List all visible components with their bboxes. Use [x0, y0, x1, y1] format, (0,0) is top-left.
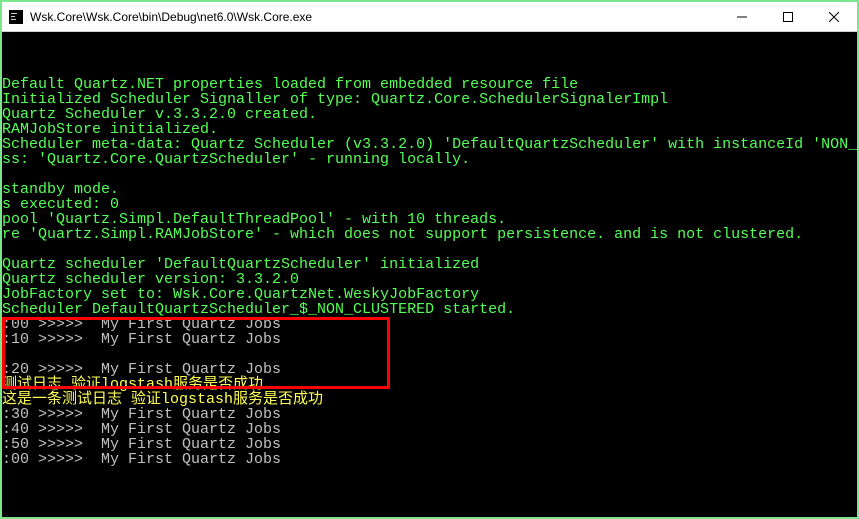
console-line: RAMJobStore initialized.	[2, 122, 857, 137]
console-output: Default Quartz.NET properties loaded fro…	[2, 32, 857, 517]
console-line	[2, 347, 857, 362]
console-line: Quartz scheduler version: 3.3.2.0	[2, 272, 857, 287]
console-line: :50 >>>>> My First Quartz Jobs	[2, 437, 857, 452]
console-line: Quartz scheduler 'DefaultQuartzScheduler…	[2, 257, 857, 272]
console-line: :30 >>>>> My First Quartz Jobs	[2, 407, 857, 422]
console-line: Quartz Scheduler v.3.3.2.0 created.	[2, 107, 857, 122]
console-line: s executed: 0	[2, 197, 857, 212]
minimize-button[interactable]	[719, 2, 765, 31]
console-line: standby mode.	[2, 182, 857, 197]
console-line: 测试日志 验证logstash服务是否成功	[2, 377, 857, 392]
console-line: 这是一条测试日志 验证logstash服务是否成功	[2, 392, 857, 407]
console-line: JobFactory set to: Wsk.Core.QuartzNet.We…	[2, 287, 857, 302]
console-line	[2, 62, 857, 77]
maximize-button[interactable]	[765, 2, 811, 31]
window-title: Wsk.Core\Wsk.Core\bin\Debug\net6.0\Wsk.C…	[30, 10, 719, 24]
console-line: ss: 'Quartz.Core.QuartzScheduler' - runn…	[2, 152, 857, 167]
window-buttons	[719, 2, 857, 31]
titlebar: Wsk.Core\Wsk.Core\bin\Debug\net6.0\Wsk.C…	[2, 2, 857, 32]
console-line: :40 >>>>> My First Quartz Jobs	[2, 422, 857, 437]
console-line: :10 >>>>> My First Quartz Jobs	[2, 332, 857, 347]
app-icon	[8, 9, 24, 25]
console-line: :20 >>>>> My First Quartz Jobs	[2, 362, 857, 377]
close-button[interactable]	[811, 2, 857, 31]
console-line: :00 >>>>> My First Quartz Jobs	[2, 317, 857, 332]
console-line	[2, 167, 857, 182]
console-line: :00 >>>>> My First Quartz Jobs	[2, 452, 857, 467]
console-line: Default Quartz.NET properties loaded fro…	[2, 77, 857, 92]
console-line: Scheduler meta-data: Quartz Scheduler (v…	[2, 137, 857, 152]
console-line	[2, 242, 857, 257]
console-line: Scheduler DefaultQuartzScheduler_$_NON_C…	[2, 302, 857, 317]
console-line: re 'Quartz.Simpl.RAMJobStore' - which do…	[2, 227, 857, 242]
console-line: Initialized Scheduler Signaller of type:…	[2, 92, 857, 107]
console-line: pool 'Quartz.Simpl.DefaultThreadPool' - …	[2, 212, 857, 227]
